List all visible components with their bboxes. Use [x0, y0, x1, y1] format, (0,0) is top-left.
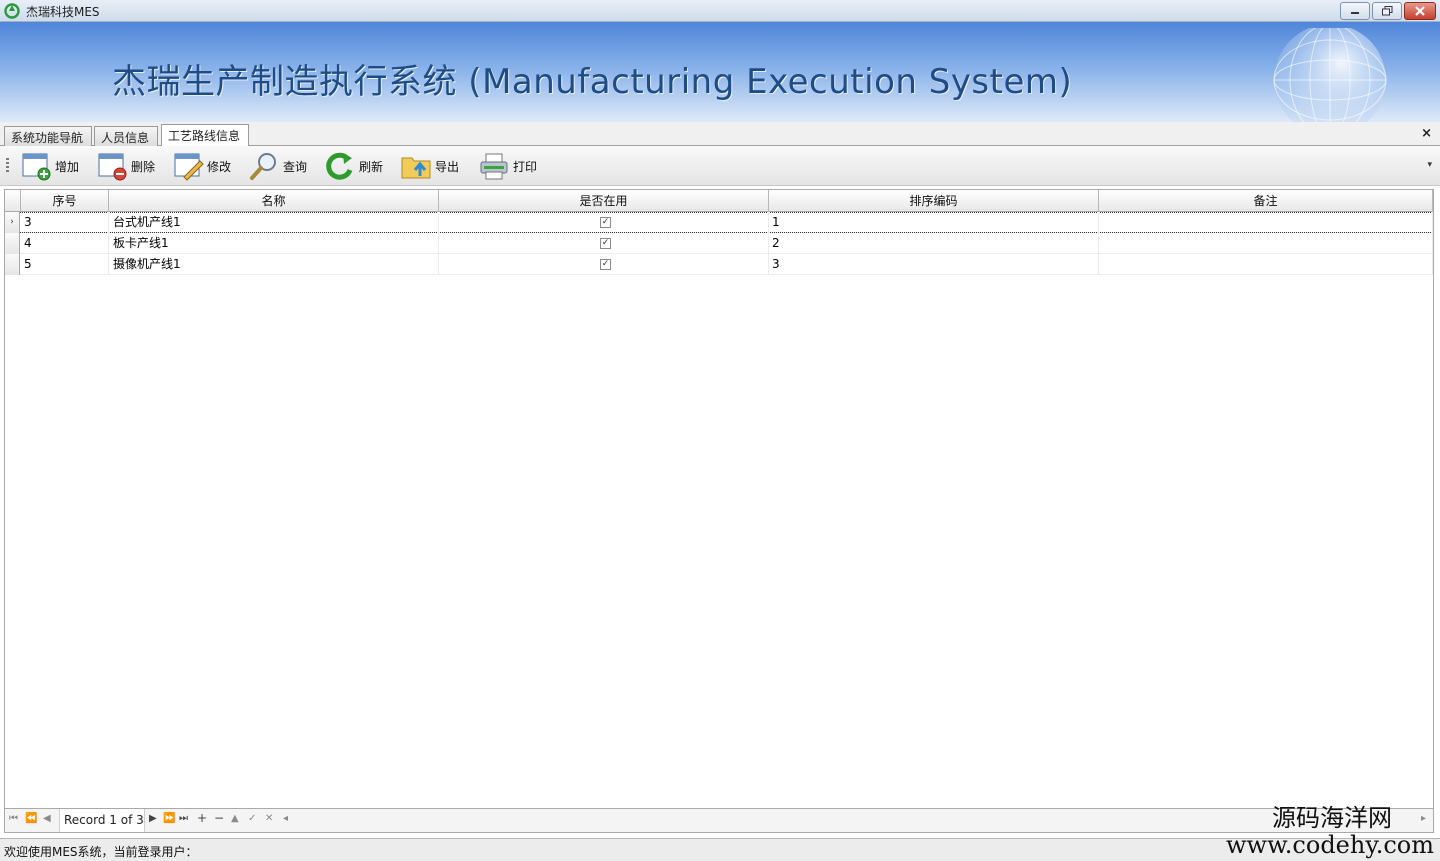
- tab-system-navigation[interactable]: 系统功能导航: [4, 126, 92, 146]
- column-header-in-use[interactable]: 是否在用: [439, 190, 769, 212]
- grid-header: 序号 名称 是否在用 排序编码 备注: [5, 190, 1433, 212]
- row-indicator[interactable]: [5, 233, 20, 254]
- in-use-checkbox[interactable]: ✓: [600, 238, 611, 249]
- tab-close-button[interactable]: ×: [1421, 126, 1432, 141]
- cell-sort-code[interactable]: 3: [769, 254, 1099, 275]
- previous-page-icon[interactable]: ⏪: [25, 813, 37, 824]
- window-controls: [1338, 2, 1436, 20]
- title-bar: 杰瑞科技MES: [0, 0, 1440, 22]
- row-indicator-header: [5, 190, 21, 212]
- cell-name[interactable]: 摄像机产线1: [109, 254, 439, 275]
- edit-icon: [174, 153, 204, 181]
- delete-label: 删除: [131, 159, 156, 174]
- cell-in-use[interactable]: ✓: [439, 212, 769, 233]
- post-edit-icon[interactable]: ✓: [248, 813, 256, 824]
- append-icon[interactable]: +: [197, 811, 207, 825]
- query-label: 查询: [283, 159, 308, 174]
- table-row[interactable]: 4 板卡产线1 ✓ 2: [5, 233, 1433, 254]
- delete-icon: [98, 153, 127, 181]
- data-navigator: ⏮ ⏪ ◀ Record 1 of 3 ▶ ⏩ ⏭ + − ▲ ✓ ✕ ◂ ▸: [4, 809, 1434, 833]
- column-header-sort-code[interactable]: 排序编码: [769, 190, 1099, 212]
- query-button[interactable]: 查询: [248, 148, 307, 184]
- header-banner: 杰瑞生产制造执行系统 (Manufacturing Execution Syst…: [0, 22, 1440, 122]
- column-header-seq[interactable]: 序号: [21, 190, 109, 212]
- in-use-checkbox[interactable]: ✓: [600, 259, 611, 270]
- add-icon: [22, 153, 51, 181]
- next-record-icon[interactable]: ▶: [149, 813, 157, 824]
- edit-button[interactable]: 修改: [172, 148, 231, 184]
- restore-button[interactable]: [1372, 2, 1402, 20]
- column-header-name[interactable]: 名称: [109, 190, 439, 212]
- status-text: 欢迎使用MES系统，当前登录用户：: [4, 845, 198, 859]
- minimize-button[interactable]: [1340, 2, 1370, 20]
- window-title: 杰瑞科技MES: [26, 5, 100, 19]
- scroll-left-icon[interactable]: ◂: [283, 813, 288, 824]
- refresh-label: 刷新: [359, 159, 384, 174]
- print-label: 打印: [513, 159, 538, 174]
- cell-name[interactable]: 板卡产线1: [109, 233, 439, 254]
- cancel-edit-icon[interactable]: ✕: [265, 813, 273, 824]
- status-bar: 欢迎使用MES系统，当前登录用户：: [0, 838, 1440, 861]
- current-row-indicator-icon[interactable]: ›: [5, 212, 20, 233]
- print-button[interactable]: 打印: [478, 148, 537, 184]
- column-header-remark[interactable]: 备注: [1099, 190, 1433, 212]
- watermark-site-name: 源码海洋网: [1272, 804, 1392, 832]
- add-label: 增加: [55, 159, 80, 174]
- refresh-button[interactable]: 刷新: [324, 148, 383, 184]
- search-icon: [250, 153, 276, 180]
- close-icon: [1415, 6, 1425, 16]
- tab-process-route-info[interactable]: 工艺路线信息: [161, 124, 249, 147]
- export-label: 导出: [435, 159, 460, 174]
- cell-seq[interactable]: 3: [21, 212, 109, 233]
- table-row[interactable]: 5 摄像机产线1 ✓ 3: [5, 254, 1433, 275]
- restore-icon: [1381, 6, 1392, 16]
- tab-personnel-info[interactable]: 人员信息: [94, 126, 158, 146]
- banner-title: 杰瑞生产制造执行系统 (Manufacturing Execution Syst…: [112, 62, 1073, 102]
- globe-decoration-icon: [1273, 28, 1387, 122]
- watermark-url: www.codehy.com: [1226, 831, 1434, 859]
- cell-seq[interactable]: 4: [21, 233, 109, 254]
- cell-in-use[interactable]: ✓: [439, 254, 769, 275]
- cell-remark[interactable]: [1099, 254, 1433, 275]
- next-page-icon[interactable]: ⏩: [163, 813, 175, 824]
- minimize-icon: [1351, 12, 1359, 14]
- cell-sort-code[interactable]: 2: [769, 233, 1099, 254]
- delete-record-icon[interactable]: −: [214, 811, 224, 825]
- first-record-icon[interactable]: ⏮: [9, 813, 18, 824]
- add-button[interactable]: 增加: [20, 148, 79, 184]
- close-button[interactable]: [1404, 2, 1436, 20]
- app-logo-icon: [4, 3, 20, 19]
- process-route-grid: 序号 名称 是否在用 排序编码 备注 › 3 台式机产线1 ✓ 1 4 板卡产线…: [4, 189, 1434, 809]
- row-indicator[interactable]: [5, 254, 20, 275]
- previous-record-icon[interactable]: ◀: [43, 813, 51, 824]
- cell-seq[interactable]: 5: [21, 254, 109, 275]
- watermark: 源码海洋网 www.codehy.com: [1226, 804, 1434, 858]
- delete-button[interactable]: 删除: [96, 148, 155, 184]
- record-indicator: Record 1 of 3: [59, 809, 145, 832]
- table-row[interactable]: › 3 台式机产线1 ✓ 1: [5, 212, 1433, 233]
- cell-remark[interactable]: [1099, 212, 1433, 233]
- tab-strip: 系统功能导航 人员信息 工艺路线信息 ×: [0, 122, 1440, 147]
- in-use-checkbox[interactable]: ✓: [600, 217, 611, 228]
- cell-remark[interactable]: [1099, 233, 1433, 254]
- cell-sort-code[interactable]: 1: [769, 212, 1099, 233]
- toolbar-grip[interactable]: [6, 158, 9, 174]
- toolbar-overflow-icon[interactable]: ▾: [1427, 160, 1432, 170]
- toolbar: 增加 删除 修改 查询 刷新 导出 打印 ▾: [0, 146, 1440, 186]
- refresh-icon: [326, 152, 353, 180]
- edit-label: 修改: [207, 159, 232, 174]
- export-button[interactable]: 导出: [400, 148, 459, 184]
- export-folder-icon: [401, 157, 431, 179]
- cell-name[interactable]: 台式机产线1: [109, 212, 439, 233]
- printer-icon: [480, 153, 508, 180]
- cell-in-use[interactable]: ✓: [439, 233, 769, 254]
- last-record-icon[interactable]: ⏭: [179, 813, 188, 824]
- edit-record-icon[interactable]: ▲: [231, 813, 239, 824]
